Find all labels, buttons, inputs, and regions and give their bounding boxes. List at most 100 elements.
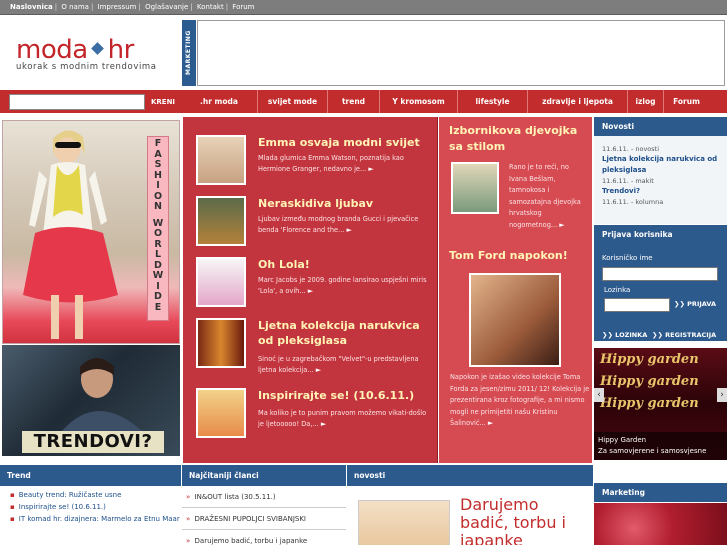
forgot-password-label: LOZINKA (615, 331, 648, 339)
more-arrow-icon[interactable]: ► (559, 221, 564, 229)
topbar-link-about[interactable]: O nama (61, 3, 89, 11)
more-arrow-icon[interactable]: ► (308, 287, 313, 295)
more-arrow-icon[interactable]: ► (321, 420, 326, 428)
trend-link[interactable]: IT komad hr. dizajnera: Marmelo za Etnu … (10, 513, 181, 525)
more-arrow-icon[interactable]: ► (488, 419, 493, 427)
feature-desc: Mlada glumica Emma Watson, poznatija kao… (258, 153, 430, 175)
news-link[interactable]: Trendovi? (602, 186, 727, 197)
most-read-item[interactable]: » Darujemo badić, torbu i japanke (182, 530, 346, 545)
most-read-item[interactable]: » IN&OUT lista (30.5.11.) (182, 486, 346, 508)
topbar-link-home[interactable]: Naslovnica (10, 3, 53, 11)
nav-item-forum[interactable]: Forum (663, 90, 709, 113)
nav-item-y-kromosom[interactable]: Y kromosom (379, 90, 457, 113)
feature-thumbnail[interactable] (196, 135, 246, 185)
trend-link[interactable]: Beauty trend: Ružičaste usne (10, 489, 181, 501)
feature-title[interactable]: Neraskidiva ljubav (258, 196, 436, 211)
strip-letter: F (154, 138, 162, 149)
double-chevron-icon: » (186, 493, 191, 501)
more-arrow-icon[interactable]: ► (347, 226, 352, 234)
hippy-title[interactable]: Hippy Garden (598, 435, 727, 446)
most-read-section: Najčitaniji članci » IN&OUT lista (30.5.… (182, 465, 346, 545)
logo-wordmark: moda hr (16, 36, 157, 64)
hippy-garden-promo[interactable]: Hippy garden Hippy garden Hippy garden ‹… (594, 348, 727, 460)
topbar-link-advertising[interactable]: Oglašavanje (145, 3, 188, 11)
trend-link[interactable]: Inspirirajte se! (10.6.11.) (10, 501, 181, 513)
most-read-item[interactable]: » DRAŽESNI PUPOLJCI SVIBANJSKI (182, 508, 346, 530)
site-logo[interactable]: moda hr ukorak s modnim trendovima (16, 36, 157, 72)
news-feature-title[interactable]: Darujemo badić, torbu i japanke (460, 496, 590, 545)
separator: | (54, 3, 58, 11)
feature-title[interactable]: Oh Lola! (258, 257, 436, 272)
separator: | (225, 3, 229, 11)
forgot-password-link[interactable]: ❯❯ LOZINKA (602, 331, 647, 339)
story-desc: Rano je to reći, no Ivana Bešlam, tamnok… (509, 162, 587, 231)
separator: | (90, 3, 94, 11)
marketing-ad-image[interactable] (594, 503, 727, 545)
story-thumbnail[interactable] (451, 162, 499, 214)
story-title[interactable]: Tom Ford napokon! (449, 248, 589, 264)
topbar-link-impressum[interactable]: Impressum (98, 3, 137, 11)
marketing-banner[interactable] (197, 20, 725, 86)
search-input[interactable] (9, 94, 145, 110)
chevron-right-icon[interactable]: › (717, 388, 727, 402)
news-link[interactable]: Ljetna kolekcija narukvica od pleksiglas… (602, 154, 727, 176)
feature-thumbnail[interactable] (196, 196, 246, 246)
username-field[interactable] (602, 267, 718, 281)
news-section-header: novosti (347, 465, 593, 486)
chevron-left-icon[interactable]: ‹ (594, 388, 604, 402)
top-links-bar: Naslovnica | O nama | Impressum | Oglašavan… (0, 0, 727, 15)
hippy-script-text: Hippy garden (600, 374, 699, 389)
trend-section: Trend Beauty trend: Ružičaste usne Inspi… (0, 465, 181, 545)
feature-thumbnail[interactable] (196, 318, 246, 368)
topbar-link-contact[interactable]: Kontakt (197, 3, 224, 11)
diamond-icon (90, 42, 104, 55)
news-date: 11.6.11. - novosti (602, 145, 660, 153)
feature-title[interactable]: Inspirirajte se! (10.6.11.) (258, 388, 436, 403)
password-field[interactable] (604, 298, 670, 312)
strip-letter: W (152, 270, 164, 281)
feature-thumbnail[interactable] (196, 388, 246, 438)
strip-letter: L (154, 249, 162, 260)
story-thumbnail[interactable] (469, 273, 561, 367)
login-header: Prijava korisnika (594, 225, 727, 244)
news-date: 11.6.11. - kolumna (602, 198, 664, 206)
nav-item-zdravlje[interactable]: zdravlje i ljepota (527, 90, 627, 113)
trend-list: Beauty trend: Ružičaste usne Inspirirajt… (0, 486, 181, 525)
story-title[interactable]: Izbornikova djevojka sa stilom (449, 123, 589, 155)
nav-item-lifestyle[interactable]: lifestyle (457, 90, 527, 113)
strip-letter: E (154, 301, 162, 313)
feature-title[interactable]: Ljetna kolekcija narukvica od pleksiglas… (258, 318, 436, 348)
nav-item-hr-moda[interactable]: .hr moda (181, 90, 257, 113)
news-feature: Darujemo badić, torbu i japanke (347, 486, 593, 545)
feature-title[interactable]: Emma osvaja modni svijet (258, 135, 436, 150)
feature-desc: Ljubav između modnog branda Gucci i pjev… (258, 214, 430, 236)
login-button-label: PRIJAVA (687, 300, 716, 308)
feature-thumbnail[interactable] (196, 257, 246, 307)
hippy-caption: Hippy Garden Za samovjerene i samosvjesn… (594, 432, 727, 460)
search-button[interactable]: KRENI (146, 94, 180, 110)
double-chevron-icon: » (186, 537, 191, 545)
logo-word-left: moda (16, 35, 88, 65)
news-feature-image[interactable] (358, 500, 450, 545)
strip-letter: N (154, 201, 162, 212)
login-button[interactable]: ❯❯ PRIJAVA (674, 300, 716, 308)
story-desc-text: Rano je to reći, no Ivana Bešlam, tamnok… (509, 163, 581, 229)
nav-item-izlog[interactable]: izlog (627, 90, 663, 113)
trendovi-banner[interactable]: TRENDOVI? (2, 345, 180, 456)
register-link[interactable]: ❯❯ REGISTRACIJA (652, 331, 716, 339)
left-promo-column: F A S H I O N W O R L D W I D E TRENDOVI… (0, 117, 182, 459)
strip-letter: I (156, 180, 160, 191)
fashion-worldwide-banner[interactable]: F A S H I O N W O R L D W I D E (2, 120, 180, 344)
topbar-link-forum[interactable]: Forum (232, 3, 254, 11)
marketing-header: Marketing (594, 483, 727, 502)
most-read-list: » IN&OUT lista (30.5.11.) » DRAŽESNI PUP… (182, 486, 346, 545)
more-arrow-icon[interactable]: ► (316, 366, 321, 374)
nav-item-trend[interactable]: trend (327, 90, 379, 113)
login-form: Korisničko ime Lozinka ❯❯ PRIJAVA ❯❯ LOZ… (594, 244, 727, 341)
strip-letter: D (154, 291, 162, 302)
news-header: Novosti (594, 117, 727, 136)
hippy-desc: Za samovjerene i samosvjesne (598, 447, 707, 455)
nav-item-svijet-mode[interactable]: svijet mode (257, 90, 327, 113)
news-date: 11.6.11. - makit (602, 177, 654, 185)
more-arrow-icon[interactable]: ► (368, 165, 373, 173)
